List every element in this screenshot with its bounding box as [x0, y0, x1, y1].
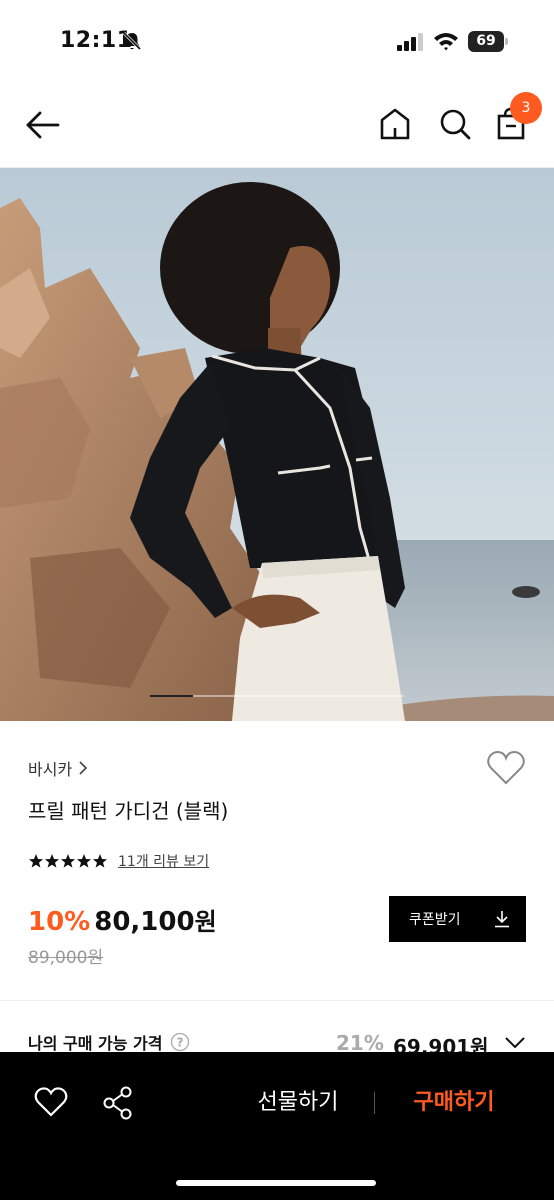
home-indicator — [176, 1180, 376, 1186]
coupon-button-label: 쿠폰받기 — [409, 912, 461, 928]
price-unit: 원 — [194, 908, 217, 936]
back-arrow-icon[interactable] — [24, 108, 62, 142]
star-icon — [77, 854, 91, 868]
heart-icon[interactable] — [486, 750, 526, 786]
original-price: 89,000원 — [28, 948, 104, 968]
product-photo — [0, 168, 554, 721]
gift-button[interactable]: 선물하기 — [236, 1086, 360, 1120]
wifi-icon — [434, 33, 458, 51]
image-carousel-progress-fill — [150, 695, 194, 697]
cart-count-badge: 3 — [510, 92, 542, 124]
top-nav: 3 — [0, 80, 554, 168]
battery-cap — [505, 38, 508, 45]
search-icon[interactable] — [438, 106, 472, 142]
my-price-label: 나의 구매 가능 가격 — [28, 1034, 163, 1053]
signal-icon — [397, 33, 423, 51]
brand-link[interactable]: 바시카 — [28, 756, 88, 780]
review-link[interactable]: 11개 리뷰 보기 — [118, 851, 209, 871]
chevron-down-icon[interactable] — [504, 1036, 526, 1050]
battery-indicator: 69 — [468, 31, 508, 52]
coupon-button[interactable]: 쿠폰받기 — [389, 896, 526, 942]
image-carousel-progress — [150, 695, 404, 697]
brand-name: 바시카 — [28, 760, 73, 779]
status-bar: 12:11 69 — [0, 0, 554, 80]
my-price-row[interactable]: 나의 구매 가능 가격 ? 21% 69,901원 — [0, 1030, 554, 1059]
download-icon — [495, 911, 509, 928]
action-divider — [374, 1092, 375, 1114]
share-icon[interactable] — [102, 1086, 134, 1120]
star-rating — [28, 853, 108, 869]
product-image[interactable] — [0, 168, 554, 721]
sale-price: 80,100 — [94, 907, 195, 937]
buy-button[interactable]: 구매하기 — [392, 1086, 516, 1120]
bell-muted-icon — [122, 31, 142, 51]
battery-level: 69 — [468, 31, 504, 52]
star-icon — [29, 854, 43, 868]
star-icon — [93, 854, 107, 868]
star-icon — [45, 854, 59, 868]
rating: 11개 리뷰 보기 — [28, 851, 209, 871]
svg-text:?: ? — [177, 1036, 184, 1050]
bottom-action-bar: 선물하기 구매하기 — [0, 1052, 554, 1200]
star-icon — [61, 854, 75, 868]
price-row: 10% 80,100 원 — [28, 902, 217, 937]
help-icon[interactable]: ? — [170, 1032, 190, 1052]
heart-icon[interactable] — [34, 1086, 68, 1118]
product-name: 프릴 패턴 가디건 (블랙) — [28, 799, 229, 823]
section-divider — [0, 1000, 554, 1001]
chevron-right-icon — [79, 761, 88, 775]
my-price-label-group: 나의 구매 가능 가격 ? — [28, 1030, 190, 1054]
home-icon[interactable] — [378, 106, 412, 142]
discount-rate: 10% — [28, 907, 91, 937]
